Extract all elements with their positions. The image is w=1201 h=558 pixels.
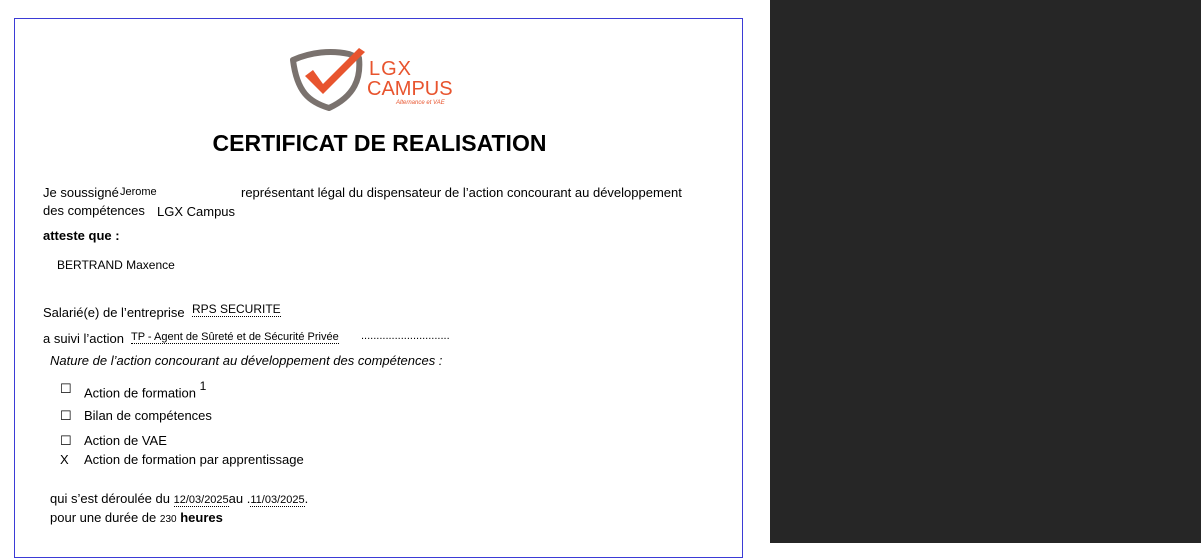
logo-brand-line1: LGX bbox=[369, 58, 412, 80]
certificate-title: CERTIFICAT DE REALISATION bbox=[212, 130, 547, 156]
option-label-apprentissage: Action de formation par apprentissage bbox=[84, 452, 304, 467]
logo-tagline: Alternance et VAE bbox=[395, 100, 446, 106]
duration-line: pour une durée de 230 heures bbox=[50, 510, 223, 525]
checkbox-bilan[interactable]: ☐ bbox=[60, 408, 72, 424]
checkbox-vae[interactable]: ☐ bbox=[60, 433, 72, 449]
intro-prefix: Je soussigné bbox=[43, 185, 119, 200]
end-date: 11/03/2025 bbox=[250, 494, 305, 507]
lgx-campus-logo: LGX CAMPUS Alternance et VAE bbox=[290, 48, 453, 111]
checkbox-formation[interactable]: ☐ bbox=[60, 381, 72, 397]
intro-line2-prefix: des compétences bbox=[43, 203, 145, 218]
dates-mid: au bbox=[228, 491, 244, 506]
organization-name: LGX Campus bbox=[157, 204, 236, 219]
option-label-vae: Action de VAE bbox=[84, 433, 167, 448]
document-page: LGX CAMPUS Alternance et VAE CERTIFICAT … bbox=[14, 18, 743, 558]
action-value: TP - Agent de Sûreté et de Sécurité Priv… bbox=[131, 331, 339, 344]
viewer-background-panel bbox=[770, 0, 1201, 543]
attest-label: atteste que : bbox=[43, 228, 120, 243]
duration-value: 230 bbox=[159, 514, 177, 525]
logo-brand-line2: CAMPUS bbox=[367, 78, 453, 100]
intro-text: représentant légal du dispensateur de l’… bbox=[241, 185, 682, 200]
nature-heading: Nature de l’action concourant au dévelop… bbox=[50, 353, 443, 368]
dates-prefix: qui s’est déroulée du bbox=[50, 491, 170, 506]
checkbox-apprentissage[interactable]: X bbox=[60, 452, 69, 467]
signatory-name: Jerome bbox=[120, 186, 157, 198]
duration-unit: heures bbox=[180, 510, 223, 525]
action-trailing-dots: ............................. bbox=[361, 330, 450, 342]
employer-label: Salarié(e) de l’entreprise bbox=[43, 305, 185, 320]
duration-prefix: pour une durée de bbox=[50, 510, 157, 525]
option-label-bilan: Bilan de compétences bbox=[84, 408, 212, 423]
option-label-formation: Action de formation 1 bbox=[84, 379, 207, 401]
action-label: a suivi l’action bbox=[43, 331, 124, 346]
employer-value: RPS SECURITE bbox=[192, 302, 281, 317]
learner-name: BERTRAND Maxence bbox=[57, 258, 175, 272]
dates-line: qui s’est déroulée du 12/03/2025au .11/0… bbox=[50, 491, 309, 507]
dates-end-suffix: . bbox=[304, 491, 309, 506]
start-date: 12/03/2025 bbox=[173, 494, 229, 507]
footnote-marker: 1 bbox=[199, 379, 207, 393]
